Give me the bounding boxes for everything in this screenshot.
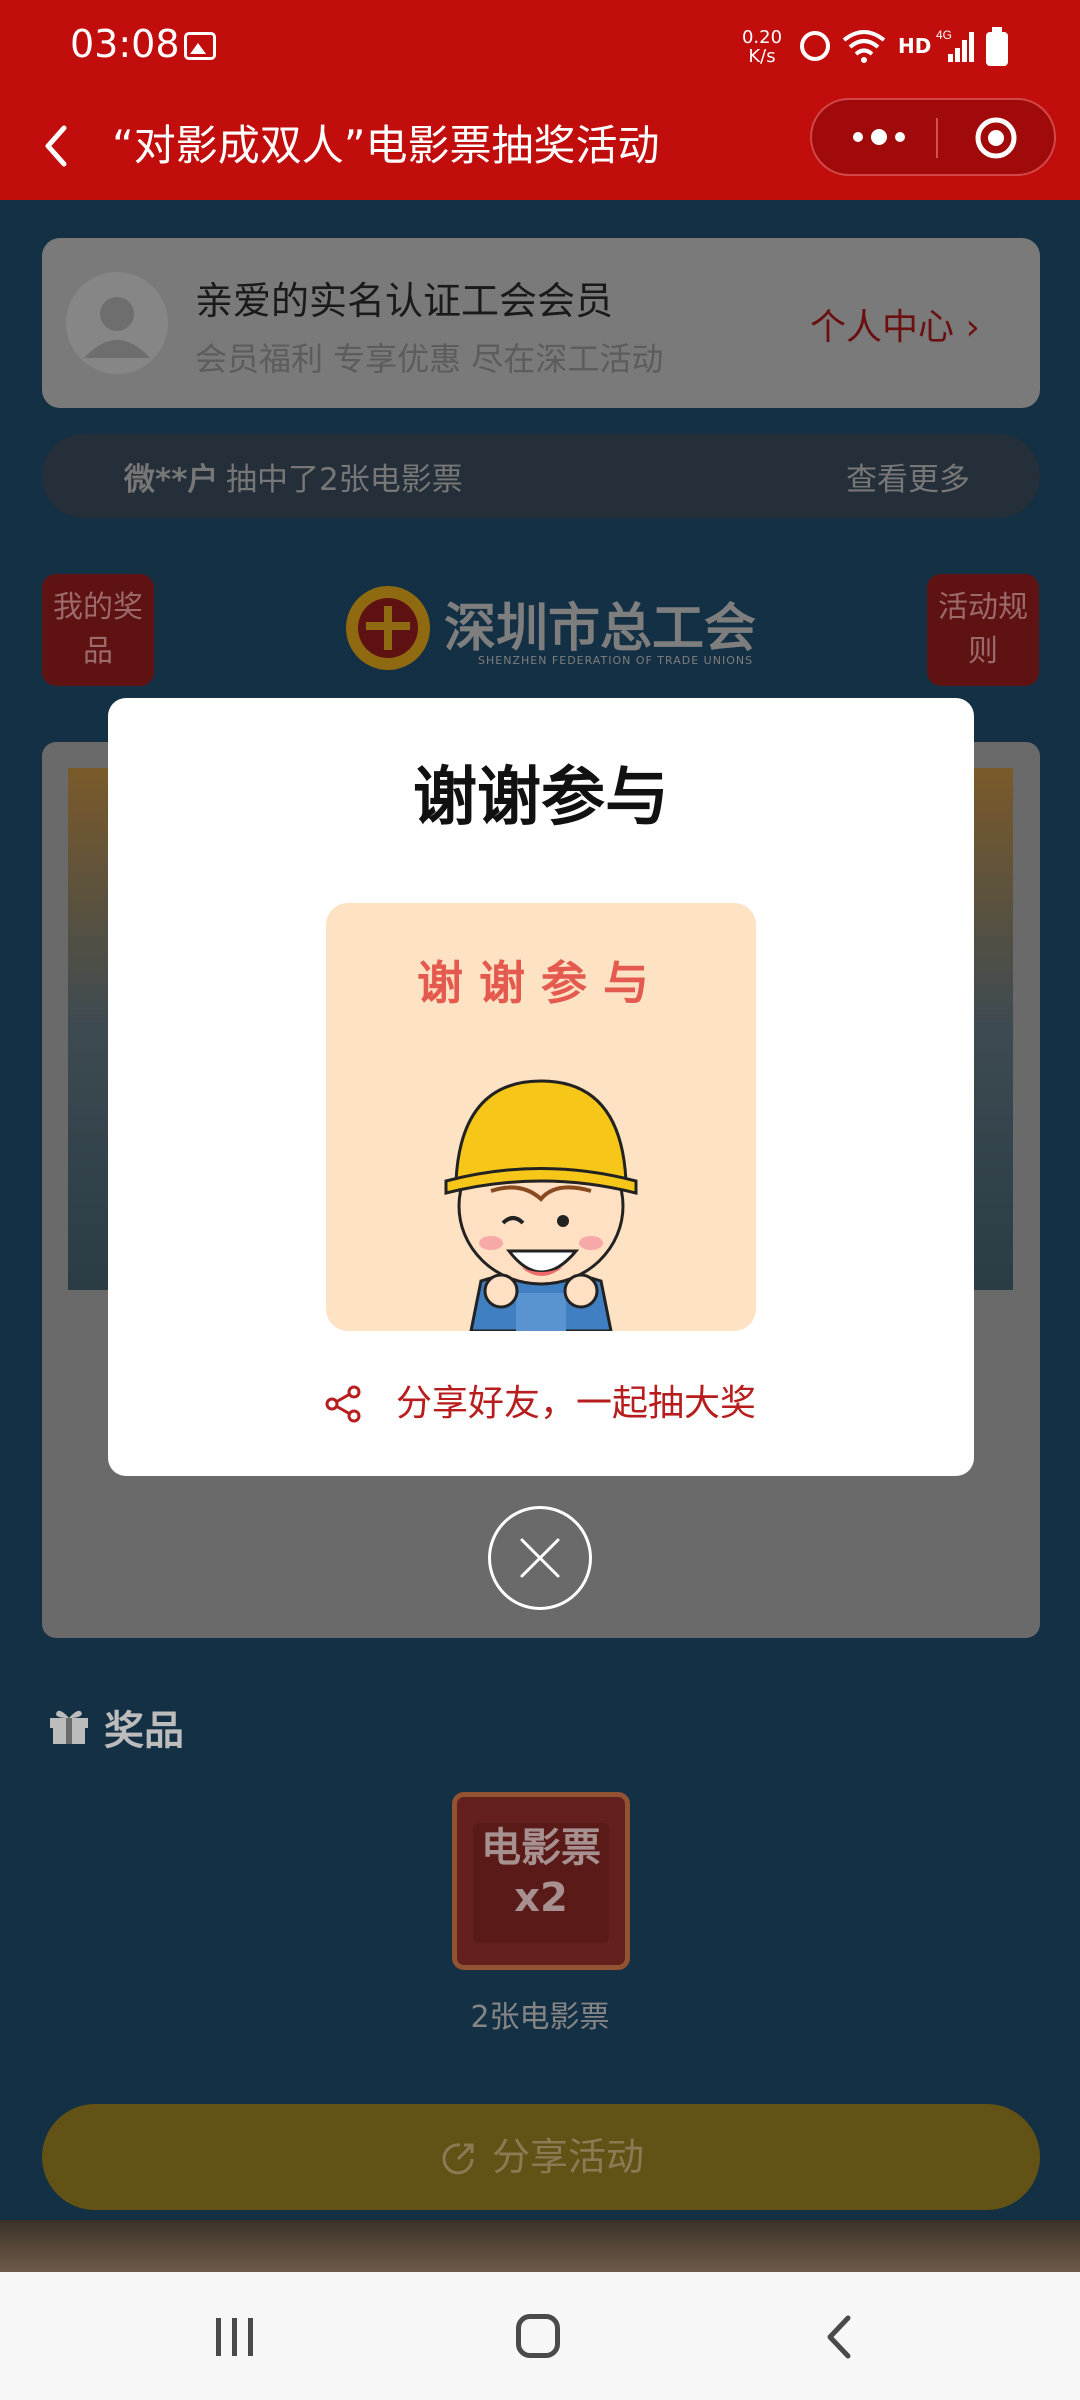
dialog-title: 谢谢参与 [413,761,669,835]
mini-program-capsule [810,98,1056,176]
back-icon[interactable] [36,118,76,174]
target-icon[interactable] [974,116,1018,160]
system-nav-bar [0,2272,1080,2400]
hd-indicator: HD [898,34,932,58]
share-icon [325,1385,361,1423]
recents-icon[interactable] [212,2316,258,2358]
result-dialog: 谢谢参与 谢谢参与 分享好友，一起抽大奖 [108,698,974,1476]
page-title: “对影成双人”电影票抽奖活动 [112,121,660,170]
alarm-icon [800,31,830,61]
share-friends-text: 分享好友，一起抽大奖 [396,1383,757,1424]
close-dialog-button[interactable] [488,1506,592,1610]
result-image: 谢谢参与 [326,903,756,1331]
network-speed: 0.20 K/s [738,28,786,66]
home-icon[interactable] [516,2314,560,2358]
network-speed-value: 0.20 [741,27,783,48]
more-icon[interactable] [844,116,914,158]
gallery-icon [184,32,216,60]
status-time: 03:08 [70,22,180,66]
capsule-divider [936,118,938,158]
app-header: “对影成双人”电影票抽奖活动 [0,96,1080,200]
mascot-illustration [444,1079,638,1331]
result-image-caption: 谢谢参与 [417,956,665,1010]
status-bar: 03:08 0.20 K/s HD 4G [0,0,1080,96]
close-icon [520,1538,560,1578]
network-type: 4G [936,28,952,42]
share-friends-link[interactable]: 分享好友，一起抽大奖 [324,1374,764,1434]
battery-icon [986,27,1008,66]
network-speed-unit: K/s [748,46,776,67]
nav-back-icon[interactable] [818,2312,858,2362]
signal-icon: 4G [936,28,974,62]
wifi-icon [842,30,886,63]
